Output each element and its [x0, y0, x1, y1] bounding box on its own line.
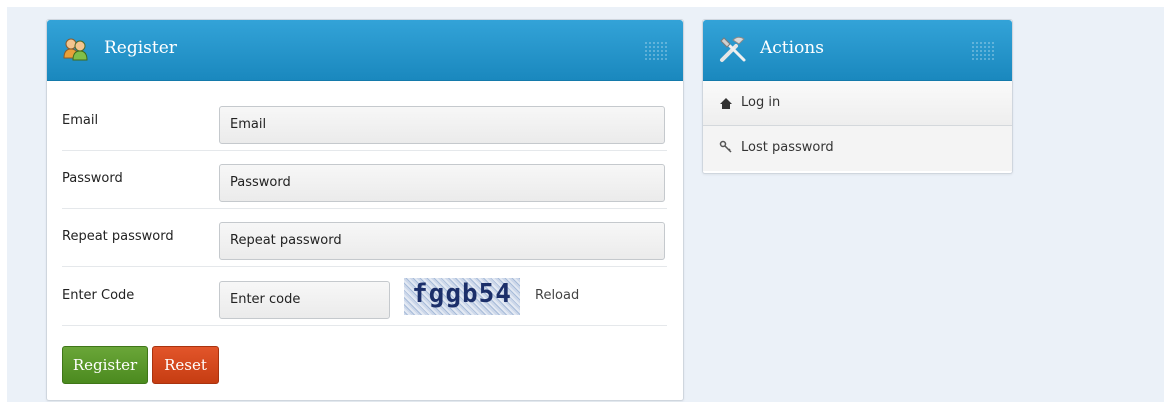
- email-row: Email Email: [62, 92, 667, 151]
- tools-icon: [718, 34, 748, 64]
- email-field[interactable]: Email: [219, 106, 665, 144]
- action-item-label: Lost password: [741, 140, 834, 155]
- actions-panel-title: Actions: [760, 38, 824, 58]
- users-icon: [63, 36, 89, 62]
- repeat-password-row: Repeat password Repeat password: [62, 208, 667, 267]
- password-row: Password Password: [62, 150, 667, 209]
- enter-code-row: Enter Code Enter code fggb54 Reload: [62, 267, 667, 326]
- password-field[interactable]: Password: [219, 164, 665, 202]
- panel-grip-icon: [971, 41, 995, 61]
- action-item-lost-password[interactable]: Lost password: [703, 126, 1012, 171]
- password-label: Password: [62, 171, 123, 186]
- panel-grip-icon: [644, 41, 668, 61]
- actions-panel: Actions Log in Lost password: [702, 19, 1013, 174]
- register-panel-header: Register: [47, 20, 683, 81]
- captcha-text: fggb54: [412, 279, 512, 309]
- register-panel: Register Email Email Password Password R…: [46, 19, 684, 401]
- register-panel-title: Register: [104, 38, 177, 58]
- home-icon: [719, 81, 733, 125]
- key-icon: [719, 126, 733, 170]
- code-input[interactable]: Enter code: [219, 281, 390, 319]
- captcha-image: fggb54: [404, 278, 520, 315]
- action-item-log-in[interactable]: Log in: [703, 81, 1012, 126]
- repeat-password-label: Repeat password: [62, 229, 174, 244]
- actions-panel-header: Actions: [703, 20, 1012, 81]
- reset-button[interactable]: Reset: [152, 346, 219, 384]
- repeat-password-field[interactable]: Repeat password: [219, 222, 665, 260]
- register-button[interactable]: Register: [62, 346, 148, 384]
- enter-code-label: Enter Code: [62, 288, 135, 303]
- reload-captcha-link[interactable]: Reload: [535, 267, 579, 325]
- action-item-label: Log in: [741, 95, 781, 110]
- email-label: Email: [62, 113, 99, 128]
